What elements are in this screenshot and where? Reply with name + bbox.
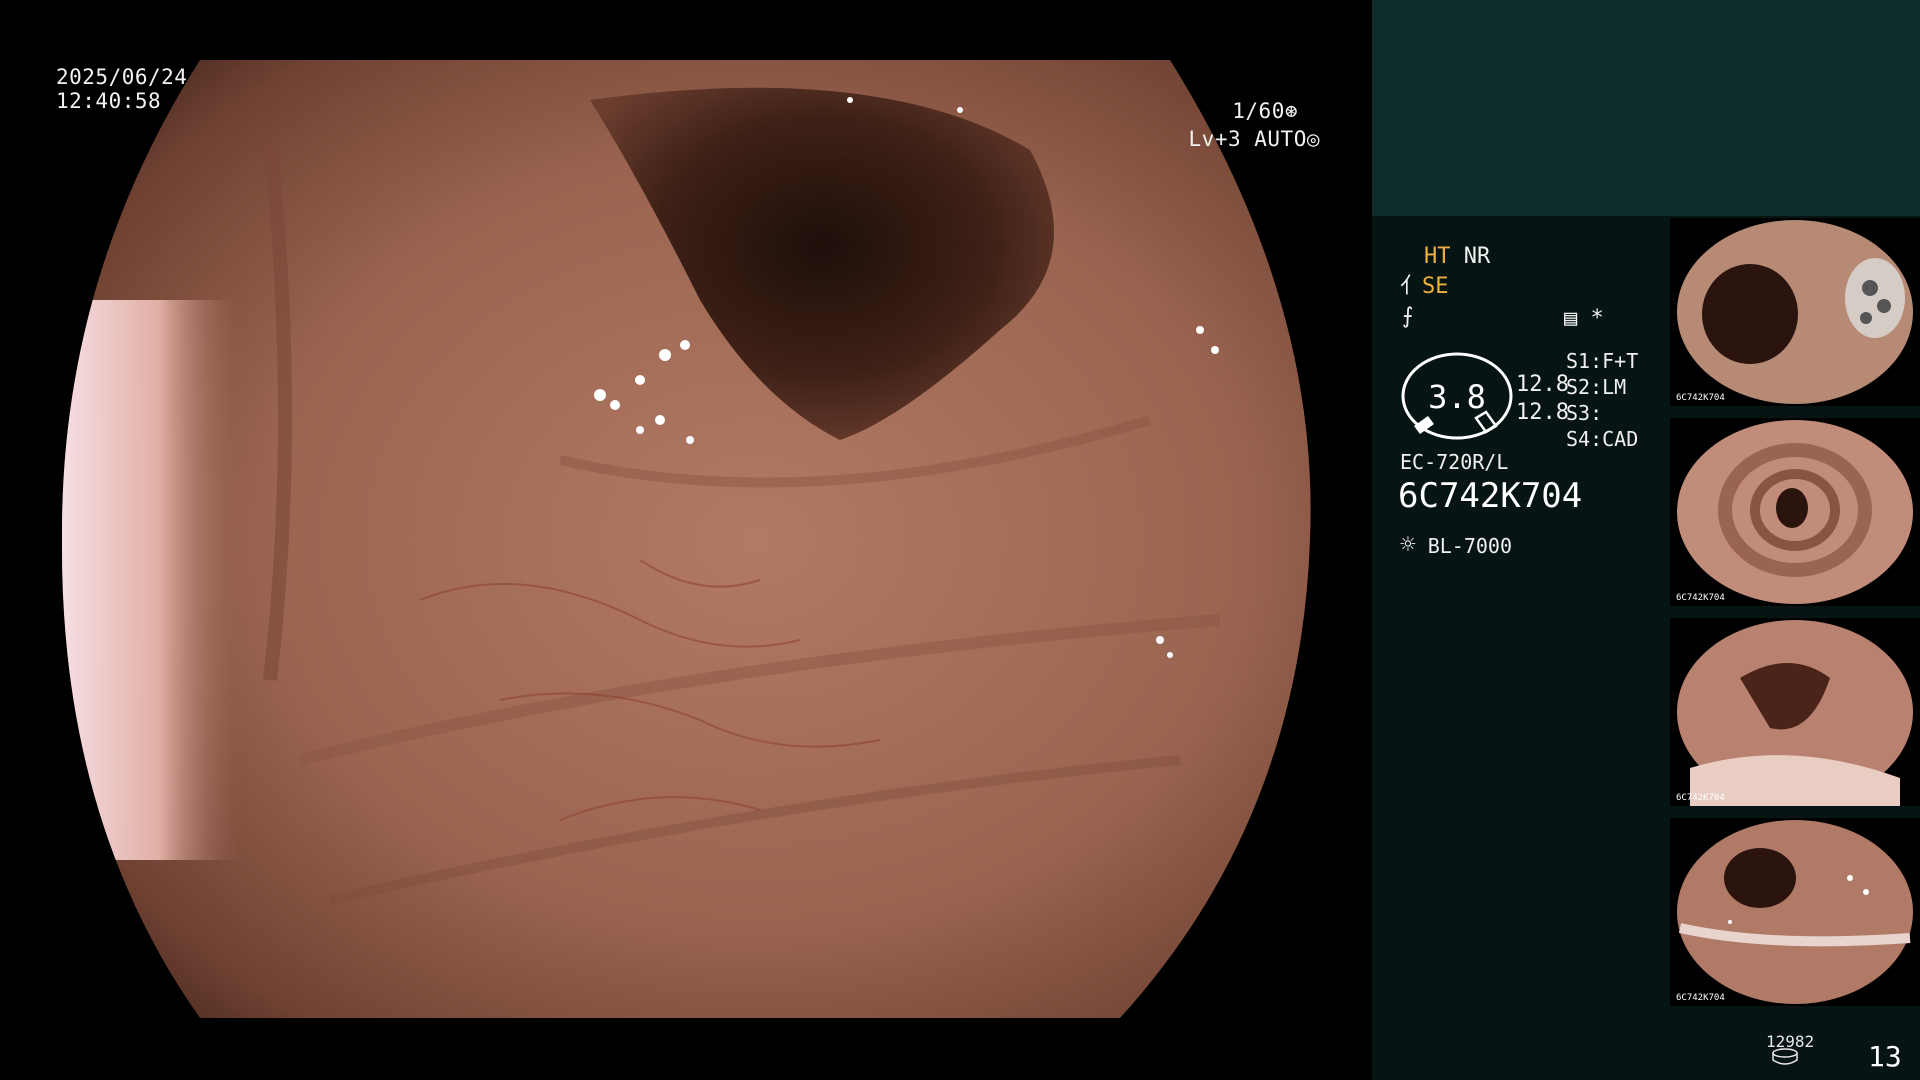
thumbnail-2[interactable]: 6C742K704 xyxy=(1670,418,1920,606)
settings-list-icon: ▤ xyxy=(1564,306,1578,331)
endoscope-image xyxy=(0,0,1372,1080)
iris-mode: AUTO xyxy=(1254,127,1307,151)
se-row: ⺅SE xyxy=(1400,274,1449,300)
thumbnail-image: 6C742K704 xyxy=(1670,818,1920,1006)
curve-icon: ⨍ xyxy=(1402,304,1414,329)
switch-row: S3: xyxy=(1566,401,1603,425)
thumbnail-label: 6C742K704 xyxy=(1676,593,1725,603)
nr-label: NR xyxy=(1463,244,1491,269)
star-label: * xyxy=(1590,306,1604,331)
switch-row: S4:CAD xyxy=(1566,427,1639,451)
thumbnail-3[interactable]: 6C742K704 xyxy=(1670,618,1920,806)
thumbnail-image: 6C742K704 xyxy=(1670,418,1920,606)
thumbnail-image: 6C742K704 xyxy=(1670,618,1920,806)
enhancement-row: HT NR xyxy=(1424,244,1490,270)
scope-model: EC-720R/L xyxy=(1400,450,1509,474)
switch-row: S1:F+T xyxy=(1566,349,1639,373)
shutter-readout: 1/60⊛ xyxy=(1180,98,1298,125)
thumbnail-label: 6C742K704 xyxy=(1676,793,1725,803)
zoom-dial: 3.8 xyxy=(1401,352,1513,440)
side-value-2: 12.8 xyxy=(1516,400,1569,425)
side-value-1: 12.8 xyxy=(1516,372,1569,397)
structure-icon: ⺅ xyxy=(1400,274,1423,299)
thumbnail-1[interactable]: 6C742K704 xyxy=(1670,218,1920,406)
level-value: Lv+3 xyxy=(1188,127,1242,151)
thumbnail-label: 6C742K704 xyxy=(1676,993,1725,1003)
dial-value: 3.8 xyxy=(1428,378,1486,416)
page-number: 13 xyxy=(1868,1040,1902,1073)
date-readout: 2025/06/24 xyxy=(56,65,188,89)
light-source: BL-7000 xyxy=(1427,534,1512,558)
thumbnail-label: 6C742K704 xyxy=(1676,393,1725,403)
shutter-value: 1/60 xyxy=(1232,99,1285,123)
top-info-block xyxy=(1372,0,1920,216)
light-source-row: ☼ BL-7000 xyxy=(1400,530,1512,560)
se-label: SE xyxy=(1422,274,1449,299)
iris-icon: ◎ xyxy=(1306,127,1320,151)
time-readout: 12:40:58 xyxy=(56,89,162,113)
thumbnail-4[interactable]: 6C742K704 xyxy=(1670,818,1920,1006)
status-icons: ▤ * xyxy=(1564,306,1604,332)
endoscope-view: 2025/06/24 12:40:58 1/60⊛ Lv+3 AUTO◎ xyxy=(0,0,1372,1080)
ht-label: HT xyxy=(1424,244,1451,269)
iris-readout: Lv+3 AUTO◎ xyxy=(1150,126,1320,153)
switch-row: S2:LM xyxy=(1566,375,1627,399)
scope-serial: 6C742K704 xyxy=(1398,476,1583,516)
storage-icon xyxy=(1772,1048,1798,1065)
thumbnail-image: 6C742K704 xyxy=(1670,218,1920,406)
shutter-icon: ⊛ xyxy=(1284,99,1298,123)
info-panel xyxy=(1372,216,1668,1080)
lamp-icon: ☼ xyxy=(1400,530,1416,560)
switch-list: S1:F+T S2:LM S3: S4:CAD xyxy=(1566,348,1638,452)
